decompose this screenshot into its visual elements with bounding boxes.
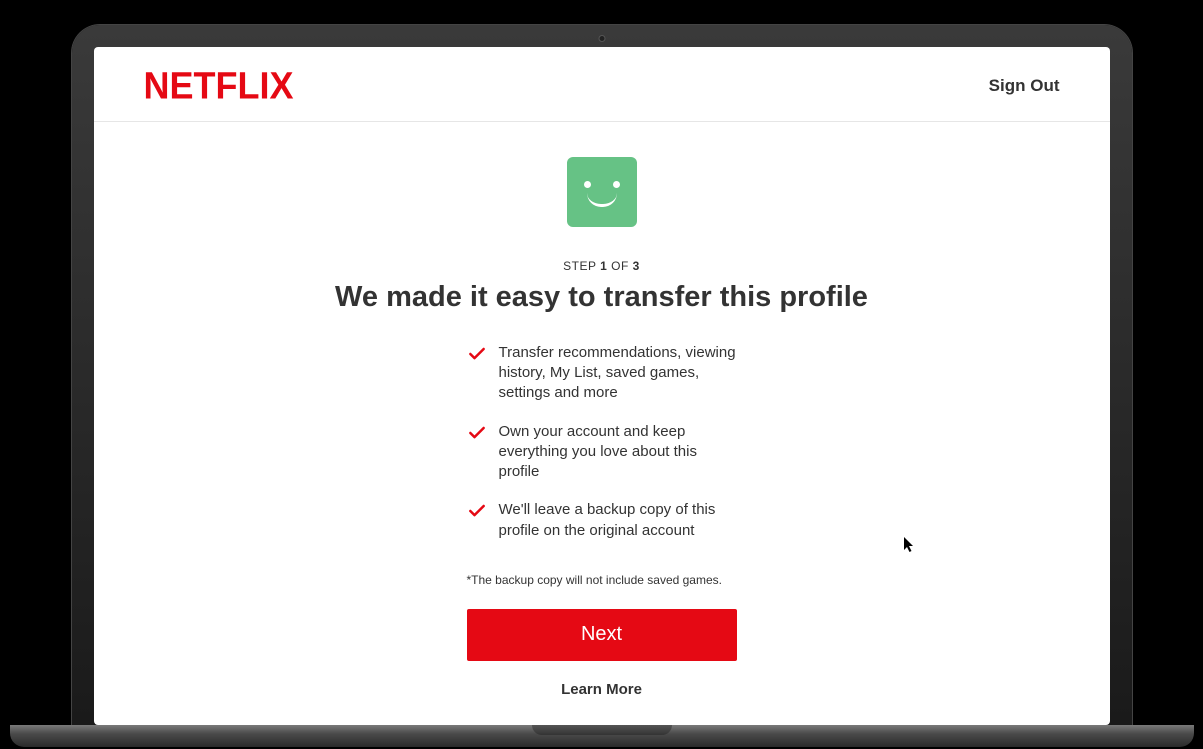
benefit-text: We'll leave a backup copy of this profil… bbox=[499, 500, 737, 541]
benefit-text: Transfer recommendations, viewing histor… bbox=[499, 343, 737, 404]
benefit-item: Own your account and keep everything you… bbox=[467, 422, 737, 483]
main-content: STEP 1 OF 3 We made it easy to transfer … bbox=[94, 122, 1110, 698]
avatar-smile-icon bbox=[587, 193, 617, 207]
avatar-eye-icon bbox=[584, 181, 591, 188]
laptop-notch bbox=[532, 725, 672, 735]
laptop-camera bbox=[598, 35, 605, 42]
laptop-frame: NETFLIX Sign Out STEP 1 OF 3 We made it … bbox=[72, 25, 1132, 725]
learn-more-link[interactable]: Learn More bbox=[561, 681, 642, 698]
app-screen: NETFLIX Sign Out STEP 1 OF 3 We made it … bbox=[94, 47, 1110, 725]
netflix-logo[interactable]: NETFLIX bbox=[144, 63, 294, 107]
profile-avatar bbox=[567, 157, 637, 227]
step-indicator: STEP 1 OF 3 bbox=[563, 259, 640, 273]
footnote: *The backup copy will not include saved … bbox=[467, 573, 737, 587]
page-headline: We made it easy to transfer this profile bbox=[335, 279, 868, 315]
benefit-text: Own your account and keep everything you… bbox=[499, 422, 737, 483]
benefits-list: Transfer recommendations, viewing histor… bbox=[467, 343, 737, 559]
check-icon bbox=[467, 344, 487, 364]
laptop-base bbox=[10, 725, 1194, 747]
check-icon bbox=[467, 501, 487, 521]
benefit-item: Transfer recommendations, viewing histor… bbox=[467, 343, 737, 404]
header: NETFLIX Sign Out bbox=[94, 47, 1110, 122]
next-button[interactable]: Next bbox=[467, 609, 737, 661]
benefit-item: We'll leave a backup copy of this profil… bbox=[467, 500, 737, 541]
check-icon bbox=[467, 423, 487, 443]
avatar-eye-icon bbox=[613, 181, 620, 188]
sign-out-link[interactable]: Sign Out bbox=[989, 76, 1060, 96]
